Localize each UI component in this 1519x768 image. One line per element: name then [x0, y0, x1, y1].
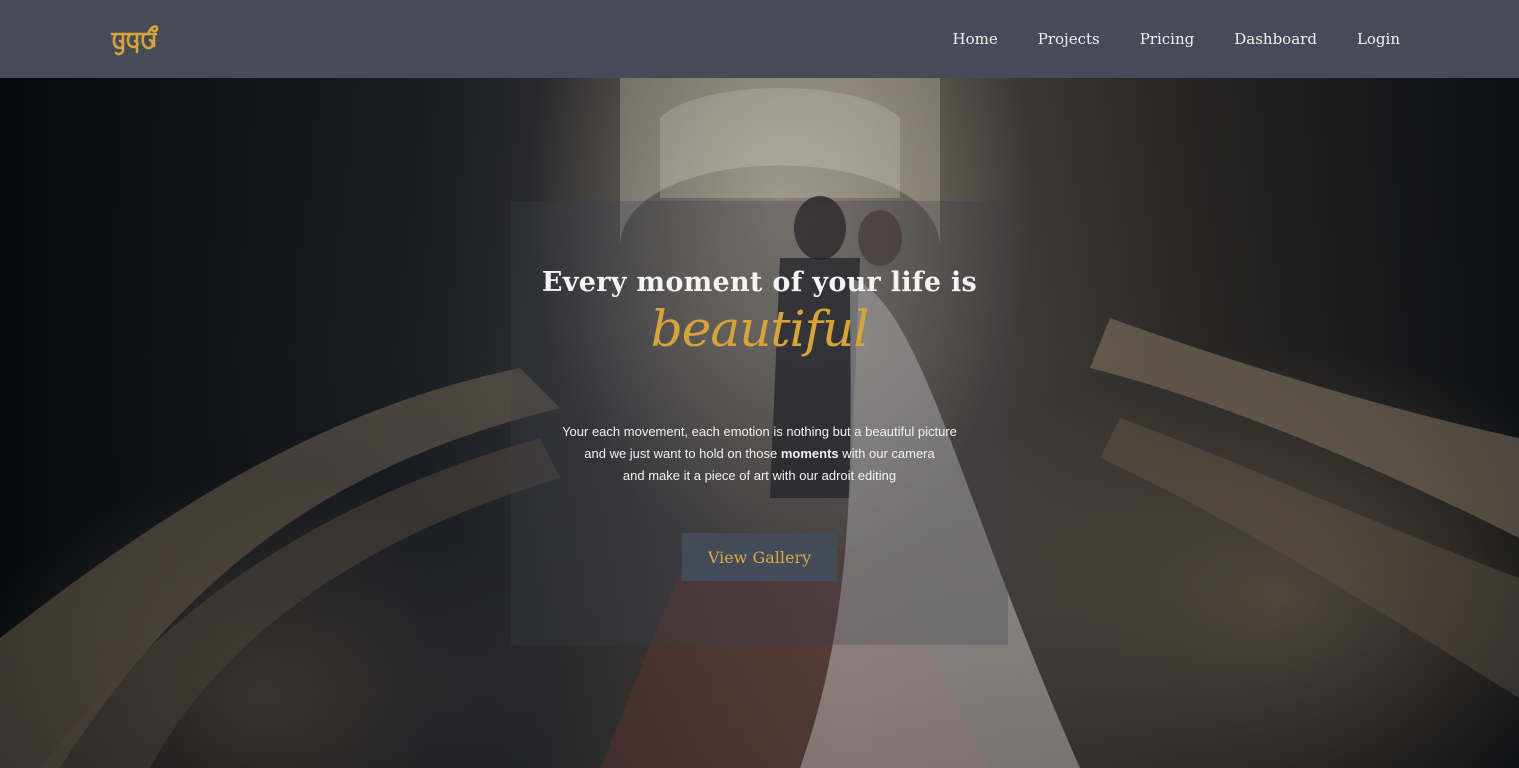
nav-item-pricing: Pricing [1140, 30, 1195, 49]
nav-item-login: Login [1357, 30, 1400, 49]
tagline-line-3: and make it a piece of art with our adro… [622, 468, 897, 483]
tagline-line-2-end: with our camera [838, 446, 935, 461]
hero-tagline: Your each movement, each emotion is noth… [0, 421, 1519, 487]
hero-highlight-word: beautiful [650, 300, 869, 358]
nav-item-home: Home [953, 30, 998, 49]
nav-item-projects: Projects [1038, 30, 1100, 49]
brand-logo[interactable] [110, 20, 160, 60]
tagline-line-1: Your each movement, each emotion is noth… [562, 424, 957, 439]
nav-link-dashboard[interactable]: Dashboard [1234, 30, 1317, 48]
navbar: Home Projects Pricing Dashboard Login [0, 0, 1519, 78]
nav-link-login[interactable]: Login [1357, 30, 1400, 48]
view-gallery-button[interactable]: View Gallery [682, 533, 837, 581]
tagline-line-2-start: and we just want to hold on those [584, 446, 781, 461]
nav-link-projects[interactable]: Projects [1038, 30, 1100, 48]
nav-menu: Home Projects Pricing Dashboard Login [953, 0, 1400, 78]
brand-logo-icon [110, 25, 159, 56]
hero-headline: Every moment of your life is [541, 267, 978, 298]
nav-link-home[interactable]: Home [953, 30, 998, 48]
tagline-emphasis: moments [780, 446, 839, 461]
nav-link-pricing[interactable]: Pricing [1140, 30, 1195, 48]
nav-item-dashboard: Dashboard [1234, 30, 1317, 49]
page: Home Projects Pricing Dashboard Login Ev… [0, 0, 1519, 768]
